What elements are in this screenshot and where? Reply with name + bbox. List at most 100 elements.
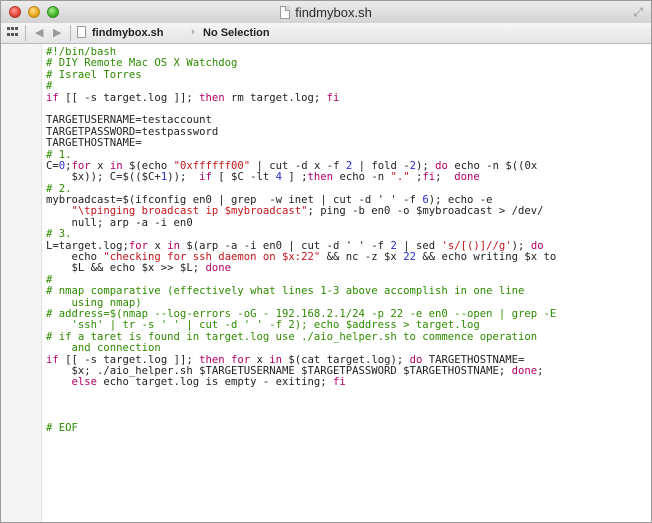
jumpbar-selection[interactable]: No Selection <box>203 27 270 39</box>
code-token: $L && echo $x >> $L; <box>46 262 206 275</box>
jump-bar: ◀ ▶ findmybox.sh › No Selection <box>1 23 651 44</box>
code-token: # <box>46 80 53 93</box>
code-token: # <box>46 273 53 286</box>
code-token: ; <box>537 364 544 377</box>
code-token: do <box>409 353 423 366</box>
code-token: $(arp -a -i en0 | cut -d ' ' -f <box>179 239 391 252</box>
code-token: # 3. <box>46 228 72 241</box>
code-token: do <box>530 239 544 252</box>
code-token: )); <box>167 171 200 184</box>
window-title-wrap: findmybox.sh <box>1 1 651 23</box>
code-token: # if a taret is found in target.log use … <box>46 330 538 343</box>
code-token: $x; ./aio_helper.sh $TARGETUSERNAME $TAR… <box>46 364 512 377</box>
code-token: mybroadcast=$(ifconfig en0 | grep -w ine… <box>46 194 423 207</box>
back-arrow-icon[interactable]: ◀ <box>35 26 43 39</box>
code-token: fi <box>333 376 346 389</box>
code-token: # 1. <box>46 148 72 161</box>
title-bar: findmybox.sh ⤢ <box>1 1 651 24</box>
code-token: # EOF <box>46 421 78 434</box>
code-token: 's/[()]//g' <box>441 239 512 252</box>
code-token: echo <box>46 251 104 264</box>
code-token: else <box>71 376 98 389</box>
code-line <box>46 400 646 411</box>
code-token: ); <box>511 239 531 252</box>
code-token: in <box>167 239 180 252</box>
code-token: echo -n <box>333 171 391 184</box>
code-token: "\tpinging broadcast ip $mybroadcast" <box>71 205 308 218</box>
code-token: ); <box>416 159 436 172</box>
forward-arrow-icon[interactable]: ▶ <box>53 26 61 39</box>
code-token: TARGETHOSTNAME= <box>422 353 525 366</box>
code-token: and connection <box>46 342 161 355</box>
code-line: null; arp -a -i en0 <box>46 216 646 229</box>
fullscreen-icon[interactable]: ⤢ <box>633 5 643 20</box>
code-token: [[ -s target.log ]]; <box>58 91 200 104</box>
code-line: $x)); C=$(($C+1)); if [ $C -lt 4 ] ;then… <box>46 172 646 183</box>
code-token: [[ -s target.log ]]; <box>58 353 200 366</box>
code-line: TARGETHOSTNAME= <box>46 137 646 149</box>
line-gutter <box>1 44 42 522</box>
related-items-icon[interactable] <box>7 27 19 38</box>
code-token: fi <box>422 171 436 184</box>
code-token: do <box>435 159 448 172</box>
code-token: echo target.log is empty - exiting; <box>97 376 334 389</box>
code-token: then <box>307 171 334 184</box>
code-line: else echo target.log is empty - exiting;… <box>46 377 646 388</box>
code-token: for <box>231 353 251 366</box>
code-token: then <box>199 91 225 104</box>
code-token: rm target.log; <box>224 91 327 104</box>
code-token: x <box>148 239 168 252</box>
code-token: x <box>90 159 110 172</box>
editor-window: findmybox.sh ⤢ ◀ ▶ findmybox.sh › No Sel… <box>0 0 652 523</box>
jumpbar-file[interactable]: findmybox.sh <box>92 27 164 39</box>
code-token: "checking for ssh daemon on $x:22" <box>103 251 321 264</box>
code-token: 22 <box>403 251 416 264</box>
code-line: # Israel Torres <box>46 69 646 81</box>
code-token: using nmap) <box>46 296 142 309</box>
code-token: | cut -d x -f <box>250 159 346 172</box>
code-token: 'ssh' | tr -s ' ' | cut -d ' ' -f 2); ec… <box>46 319 480 332</box>
code-token: # address=$(nmap --log-errors -oG - 192.… <box>46 307 557 320</box>
code-token: ); echo -e <box>428 194 493 207</box>
code-line <box>46 412 646 423</box>
code-token: # nmap comparative (effectively what lin… <box>46 285 525 298</box>
divider <box>70 25 71 41</box>
code-text[interactable]: #!/bin/bash # DIY Remote Mac OS X Watchdo… <box>46 46 646 434</box>
code-token: then <box>199 353 225 366</box>
code-line: # EOF <box>46 421 646 434</box>
code-token: TARGETPASSWORD=testpassword <box>46 125 219 138</box>
code-token: in <box>269 353 283 366</box>
window-title: findmybox.sh <box>295 4 372 20</box>
code-token: in <box>109 159 123 172</box>
code-token: ; ping -b en0 -o $mybroadcast > /dev/ <box>307 205 544 218</box>
code-token: # 2. <box>46 182 72 195</box>
code-line: $L && echo $x >> $L; done <box>46 263 646 274</box>
code-token: for <box>128 239 149 252</box>
code-token: TARGETUSERNAME=testaccount <box>46 114 212 127</box>
code-editor[interactable]: #!/bin/bash # DIY Remote Mac OS X Watchdo… <box>1 44 651 522</box>
code-token: $(cat target.log); <box>282 353 410 366</box>
code-token: | sed <box>396 239 442 252</box>
chevron-right-icon: › <box>191 26 195 38</box>
code-token: null; arp -a -i en0 <box>46 216 193 229</box>
code-token: | fold - <box>352 159 410 172</box>
code-token: ; <box>435 171 455 184</box>
code-token: if <box>46 353 59 366</box>
code-token: fi <box>326 91 340 104</box>
code-token: x <box>250 353 270 366</box>
code-token: && nc -z $x <box>320 251 404 264</box>
code-token: if <box>199 171 212 184</box>
code-token: "0xffffff00" <box>173 159 251 172</box>
code-token: ] ; <box>282 171 308 184</box>
code-token: $x)); C=$(($C+ <box>46 171 161 184</box>
code-token: if <box>46 91 59 104</box>
code-token: "." <box>390 171 410 184</box>
code-token: done <box>454 171 480 184</box>
code-line <box>46 389 646 400</box>
code-line: if [[ -s target.log ]]; then rm target.l… <box>46 91 646 104</box>
code-token: # DIY Remote Mac OS X Watchdog <box>46 57 238 70</box>
